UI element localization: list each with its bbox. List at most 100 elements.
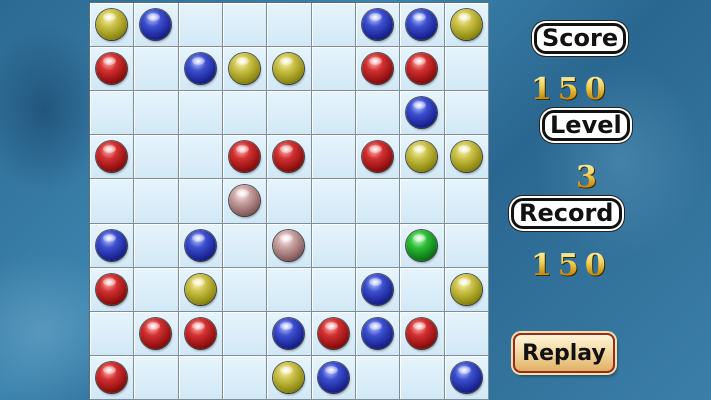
board-cell[interactable] — [134, 91, 179, 136]
board-cell[interactable] — [222, 355, 268, 400]
yellow-ball[interactable] — [450, 9, 482, 41]
board-cell[interactable] — [222, 135, 268, 180]
red-ball[interactable] — [406, 53, 438, 85]
pink-ball[interactable] — [229, 185, 261, 217]
board-cell[interactable] — [311, 355, 356, 400]
board-cell[interactable] — [178, 223, 223, 268]
yellow-ball[interactable] — [406, 141, 438, 173]
board-cell[interactable] — [355, 179, 401, 224]
board-cell[interactable] — [400, 179, 445, 224]
blue-ball[interactable] — [406, 9, 438, 41]
board-cell[interactable] — [267, 355, 312, 400]
red-ball[interactable] — [184, 317, 216, 349]
board-cell[interactable] — [90, 223, 135, 268]
board-cell[interactable] — [311, 179, 356, 224]
board-cell[interactable] — [444, 47, 489, 92]
board-cell[interactable] — [134, 223, 179, 268]
board-cell[interactable] — [444, 3, 489, 48]
red-ball[interactable] — [96, 361, 128, 393]
board-cell[interactable] — [178, 311, 223, 356]
yellow-ball[interactable] — [184, 273, 216, 305]
board-cell[interactable] — [90, 355, 135, 400]
red-ball[interactable] — [140, 317, 172, 349]
board-cell[interactable] — [90, 267, 135, 312]
board-cell[interactable] — [400, 135, 445, 180]
board-cell[interactable] — [267, 223, 312, 268]
blue-ball[interactable] — [184, 53, 216, 85]
replay-button[interactable]: Replay — [513, 333, 615, 373]
board-cell[interactable] — [222, 311, 268, 356]
board-cell[interactable] — [90, 135, 135, 180]
blue-ball[interactable] — [273, 317, 305, 349]
board-cell[interactable] — [400, 223, 445, 268]
board-cell[interactable] — [444, 223, 489, 268]
board-cell[interactable] — [178, 355, 223, 400]
board-cell[interactable] — [311, 3, 356, 48]
board-cell[interactable] — [134, 3, 179, 48]
board-cell[interactable] — [134, 355, 179, 400]
board-cell[interactable] — [400, 3, 445, 48]
board-cell[interactable] — [355, 3, 401, 48]
board-cell[interactable] — [222, 91, 268, 136]
board-cell[interactable] — [400, 355, 445, 400]
red-ball[interactable] — [273, 141, 305, 173]
board-cell[interactable] — [355, 355, 401, 400]
board-cell[interactable] — [400, 47, 445, 92]
board-cell[interactable] — [355, 91, 401, 136]
yellow-ball[interactable] — [450, 141, 482, 173]
board-cell[interactable] — [444, 267, 489, 312]
blue-ball[interactable] — [96, 229, 128, 261]
board-cell[interactable] — [222, 3, 268, 48]
board-cell[interactable] — [267, 311, 312, 356]
red-ball[interactable] — [96, 53, 128, 85]
board-cell[interactable] — [178, 135, 223, 180]
green-ball[interactable] — [406, 229, 438, 261]
board-cell[interactable] — [90, 311, 135, 356]
board-cell[interactable] — [178, 267, 223, 312]
board-cell[interactable] — [178, 91, 223, 136]
board-cell[interactable] — [90, 91, 135, 136]
board-cell[interactable] — [178, 179, 223, 224]
board-cell[interactable] — [444, 355, 489, 400]
blue-ball[interactable] — [317, 361, 349, 393]
board-cell[interactable] — [311, 47, 356, 92]
board-cell[interactable] — [267, 267, 312, 312]
blue-ball[interactable] — [450, 361, 482, 393]
board-cell[interactable] — [311, 91, 356, 136]
board-cell[interactable] — [267, 47, 312, 92]
board-cell[interactable] — [134, 311, 179, 356]
pink-ball[interactable] — [273, 229, 305, 261]
red-ball[interactable] — [406, 317, 438, 349]
board-cell[interactable] — [444, 311, 489, 356]
blue-ball[interactable] — [140, 9, 172, 41]
board-cell[interactable] — [444, 135, 489, 180]
board-cell[interactable] — [134, 267, 179, 312]
blue-ball[interactable] — [362, 317, 394, 349]
board-cell[interactable] — [444, 179, 489, 224]
yellow-ball[interactable] — [273, 53, 305, 85]
board-cell[interactable] — [134, 135, 179, 180]
board-cell[interactable] — [311, 223, 356, 268]
board-cell[interactable] — [90, 47, 135, 92]
board-cell[interactable] — [267, 179, 312, 224]
board-cell[interactable] — [311, 267, 356, 312]
board-cell[interactable] — [355, 135, 401, 180]
board-cell[interactable] — [311, 311, 356, 356]
board-cell[interactable] — [267, 135, 312, 180]
board-cell[interactable] — [178, 47, 223, 92]
board-cell[interactable] — [222, 223, 268, 268]
red-ball[interactable] — [229, 141, 261, 173]
board-cell[interactable] — [134, 179, 179, 224]
board-cell[interactable] — [400, 91, 445, 136]
blue-ball[interactable] — [362, 9, 394, 41]
board-cell[interactable] — [90, 179, 135, 224]
board-cell[interactable] — [134, 47, 179, 92]
red-ball[interactable] — [317, 317, 349, 349]
board-cell[interactable] — [355, 47, 401, 92]
yellow-ball[interactable] — [96, 9, 128, 41]
board-cell[interactable] — [400, 267, 445, 312]
blue-ball[interactable] — [362, 273, 394, 305]
yellow-ball[interactable] — [450, 273, 482, 305]
board-cell[interactable] — [178, 3, 223, 48]
board-cell[interactable] — [222, 47, 268, 92]
